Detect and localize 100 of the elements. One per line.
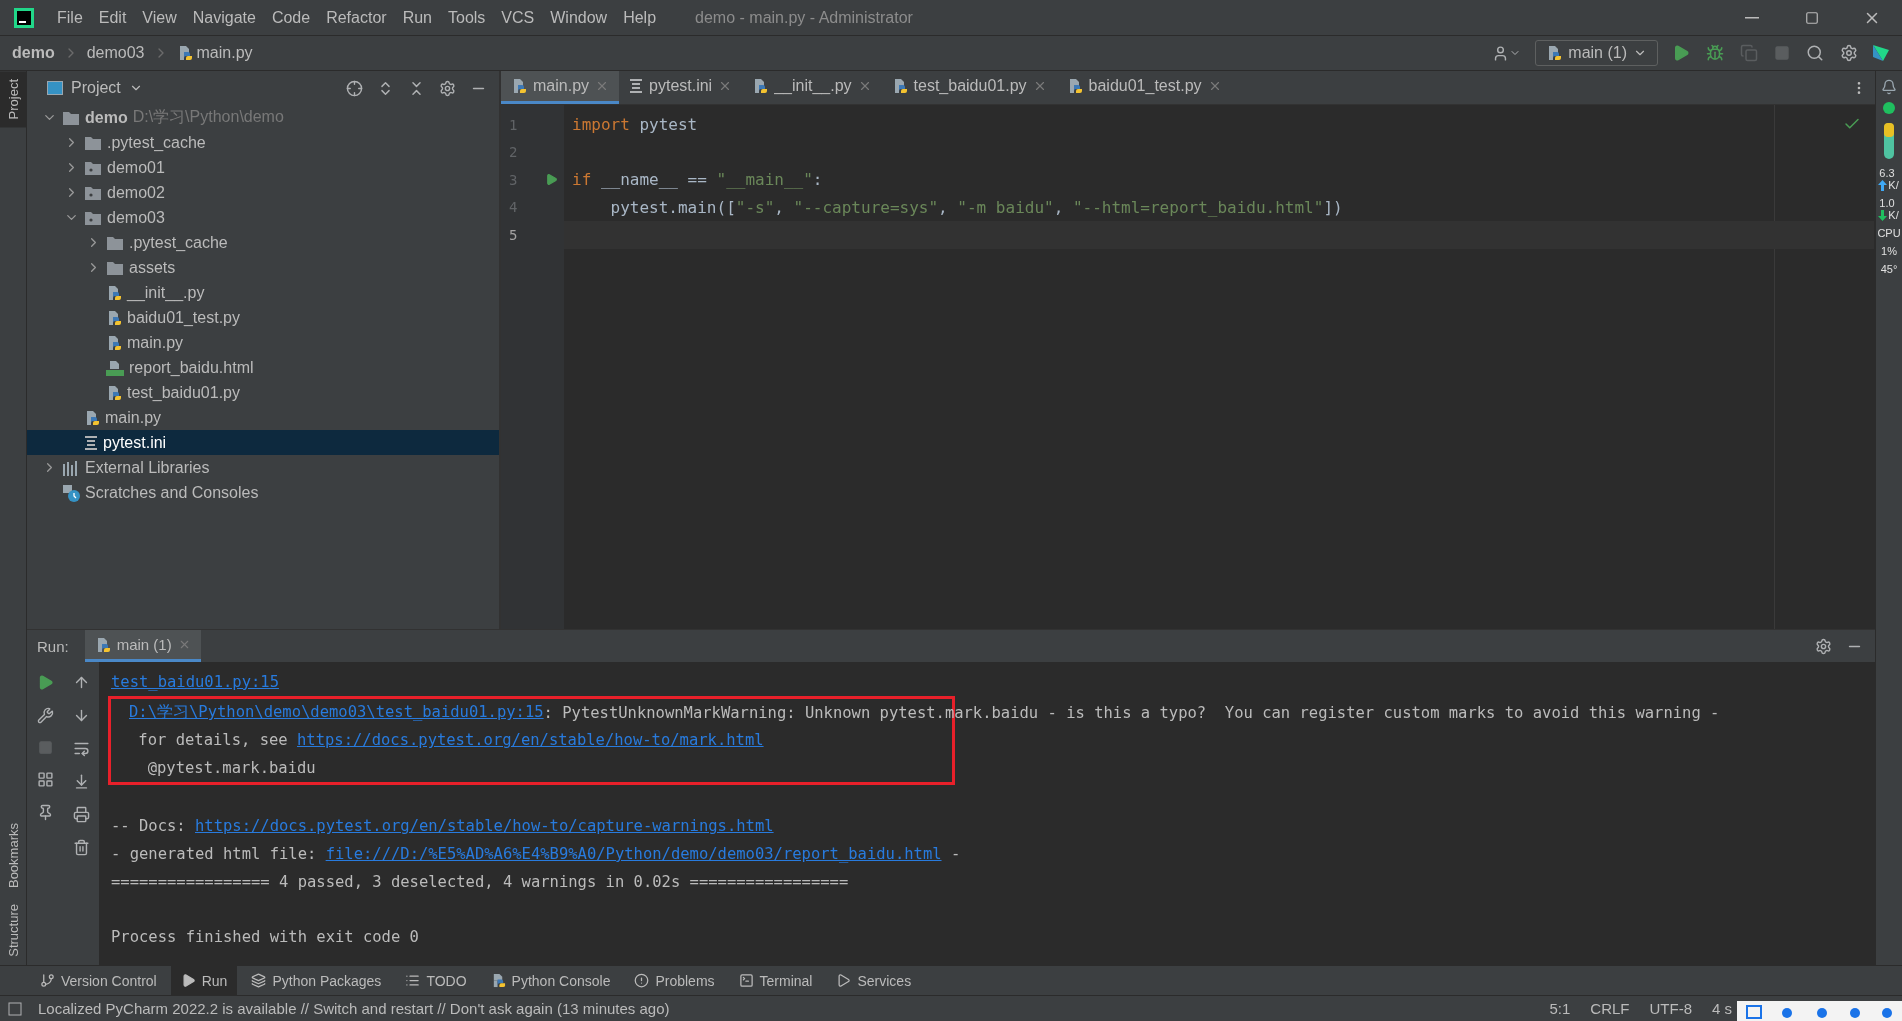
code-token: "__main__" [716, 170, 813, 190]
tool-window-tab[interactable]: TODO [395, 965, 477, 996]
run-configuration-dropdown[interactable]: main (1) [1535, 40, 1658, 66]
tree-item-label: __init__.py [127, 283, 205, 302]
console-link[interactable]: D:\学习\Python\demo\demo03\test_baidu01.py:15 [129, 702, 544, 724]
tree-item[interactable]: Scratches and Consoles [27, 480, 499, 505]
tree-item[interactable]: demo03 [27, 205, 499, 230]
menu-item[interactable]: View [135, 8, 184, 27]
notifications-icon[interactable] [1881, 79, 1897, 95]
tool-window-tab[interactable]: Terminal [728, 965, 823, 996]
branch-icon [40, 973, 55, 988]
monitor-widget-drawing [1882, 101, 1896, 161]
tree-item[interactable]: demo01 [27, 155, 499, 180]
toolbox-logo[interactable] [1872, 44, 1890, 62]
list-icon [405, 973, 421, 988]
tree-item[interactable]: .pytest_cache [27, 230, 499, 255]
file-tab[interactable]: pytest.ini [619, 71, 743, 104]
python-file-icon [106, 334, 122, 351]
tree-item[interactable]: __init__.py [27, 280, 499, 305]
tree-item-label: demo01 [107, 158, 165, 177]
console-link[interactable]: test_baidu01.py:15 [111, 672, 279, 691]
tree-item[interactable]: demo02 [27, 180, 499, 205]
menu-item[interactable]: Code [264, 8, 318, 27]
side-tab[interactable]: Bookmarks [0, 815, 26, 897]
rate-value: 1.0 [1878, 197, 1896, 209]
menu-item[interactable]: VCS [494, 8, 542, 27]
tree-item-label: main.py [105, 408, 162, 427]
file-tab[interactable]: baidu01_test.py [1056, 71, 1232, 104]
folder-icon [106, 234, 124, 251]
tree-item[interactable]: test_baidu01.py [27, 380, 499, 405]
tree-item[interactable]: report_baidu.html [27, 355, 499, 380]
code-token: "-m baidu" [957, 197, 1054, 217]
library-icon [62, 459, 80, 476]
tree-item[interactable]: main.py [27, 330, 499, 355]
scratches-icon [62, 483, 80, 502]
console-text: Process finished with exit code 0 [111, 928, 419, 947]
console-link[interactable]: file:///D:/%E5%AD%A6%E4%B9%A0/Python/demo/demo03/report_baidu.html [325, 844, 942, 863]
tool-window-tab[interactable]: Services [826, 965, 922, 996]
services-icon [836, 973, 852, 988]
tree-item[interactable]: baidu01_test.py [27, 305, 499, 330]
breadcrumb-item[interactable]: demo03 [86, 44, 145, 62]
tool-window-tab[interactable]: Python Console [480, 965, 621, 996]
tree-item[interactable]: assets [27, 255, 499, 280]
path-hint: D:\学习\Python\demo [132, 107, 284, 127]
menu-item[interactable]: Navigate [185, 8, 263, 27]
status-item[interactable]: 5:1 [1549, 1000, 1571, 1017]
tool-window-tab[interactable]: Version Control [30, 965, 167, 996]
tree-item-label: baidu01_test.py [127, 308, 240, 327]
code-token: , [938, 197, 949, 217]
file-tab[interactable]: __init__.py [742, 71, 882, 104]
layout-toggle-icon[interactable] [8, 1001, 22, 1016]
tree-item-label: .pytest_cache [107, 133, 206, 152]
console-text: -- Docs: [111, 817, 187, 836]
breadcrumb-item[interactable]: main.py [176, 44, 253, 62]
python-file-icon [106, 284, 122, 301]
file-tab[interactable]: test_baidu01.py [881, 71, 1057, 104]
folder-icon [84, 159, 102, 176]
menu-item[interactable]: Help [616, 8, 664, 27]
tool-window-tab[interactable]: Run [170, 965, 238, 996]
status-message: Localized PyCharm 2022.2 is available // Switch and restart // Don't ask again (13 minutes ago) [38, 1000, 670, 1017]
folder-icon [84, 184, 102, 201]
menu-item[interactable]: Refactor [319, 8, 394, 27]
tool-window-tab[interactable]: Problems [624, 965, 725, 996]
side-tab[interactable]: Structure [0, 896, 26, 965]
file-tab[interactable]: main.py [501, 71, 620, 104]
window-title: demo - main.py - Administrator [695, 8, 913, 27]
status-item[interactable]: CRLF [1590, 1000, 1630, 1017]
menu-item[interactable]: File [50, 8, 90, 27]
tree-item[interactable]: .pytest_cache [27, 130, 499, 155]
status-item[interactable]: UTF-8 [1649, 1000, 1692, 1017]
status-item[interactable]: 4 s [1712, 1000, 1732, 1017]
cpu-usage: 1% [1880, 245, 1898, 257]
code-token: ]) [1323, 197, 1343, 217]
code-token: import [572, 115, 630, 135]
console-link[interactable]: https://docs.pytest.org/en/stable/how-to/capture-warnings.html [195, 817, 774, 836]
run-gutter-icon[interactable] [545, 173, 558, 187]
menu-item[interactable]: Edit [91, 8, 134, 27]
tree-item[interactable]: pytest.ini [27, 430, 499, 455]
tree-item-label: pytest.ini [103, 433, 167, 452]
console-tab[interactable]: main (1) [84, 630, 201, 662]
project-view-dropdown[interactable]: Project [41, 78, 149, 98]
console-link[interactable]: https://docs.pytest.org/en/stable/how-to/mark.html [297, 731, 764, 750]
console-text: for details, see [137, 731, 289, 750]
menu-item[interactable]: Window [543, 8, 615, 27]
tree-item[interactable]: main.py [27, 405, 499, 430]
python-file-icon [752, 78, 769, 94]
tree-item-label: .pytest_cache [129, 233, 228, 252]
tree-item[interactable]: External Libraries [27, 455, 499, 480]
tree-item-label: demo [85, 108, 128, 127]
console-text: @pytest.mark.baidu [146, 758, 316, 777]
side-tab[interactable]: Project [0, 71, 26, 128]
python-file-icon [84, 409, 100, 426]
menu-item[interactable]: Tools [441, 8, 493, 27]
code-token: __name__ == [599, 170, 708, 190]
code-token: "-s" [735, 197, 775, 217]
console-text: ================= 4 passed, 3 deselected, 4 warnings in 0.02s ================= [111, 872, 849, 891]
tool-window-tab[interactable]: Python Packages [241, 965, 392, 996]
breadcrumb-item[interactable]: demo [12, 44, 55, 62]
menu-item[interactable]: Run [395, 8, 439, 27]
tree-item[interactable]: demo D:\学习\Python\demo [27, 105, 499, 130]
